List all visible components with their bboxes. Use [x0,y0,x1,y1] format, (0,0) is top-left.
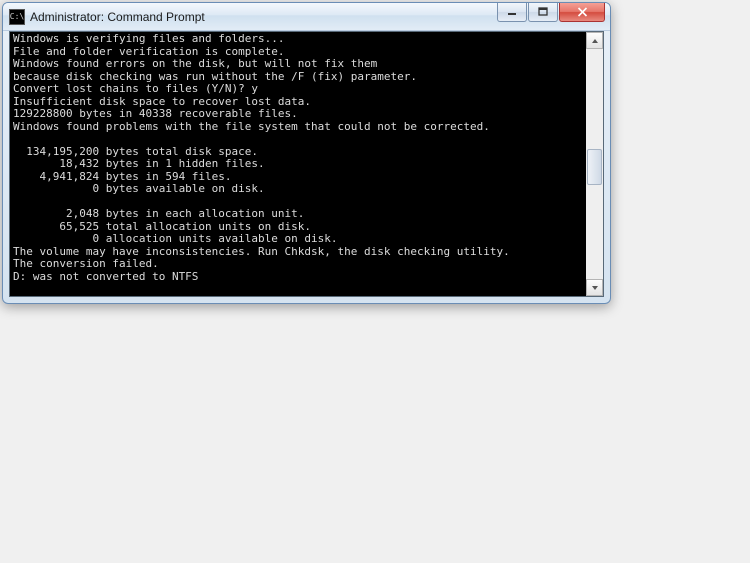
minimize-button[interactable] [497,3,527,22]
cmd-icon-text: C:\ [10,12,24,21]
titlebar[interactable]: C:\ Administrator: Command Prompt [3,3,610,31]
scroll-down-button[interactable] [586,279,603,296]
window-controls [496,3,610,30]
vertical-scrollbar[interactable] [586,32,603,296]
maximize-button[interactable] [528,3,558,22]
terminal-output[interactable]: Windows is verifying files and folders..… [10,32,586,296]
command-prompt-window: C:\ Administrator: Command Prompt Window… [2,2,611,304]
scrollbar-thumb[interactable] [587,149,602,185]
scroll-up-button[interactable] [586,32,603,49]
scrollbar-track[interactable] [586,49,603,279]
window-title: Administrator: Command Prompt [30,10,496,24]
client-area: Windows is verifying files and folders..… [9,31,604,297]
cmd-icon: C:\ [9,9,25,25]
close-button[interactable] [559,3,605,22]
